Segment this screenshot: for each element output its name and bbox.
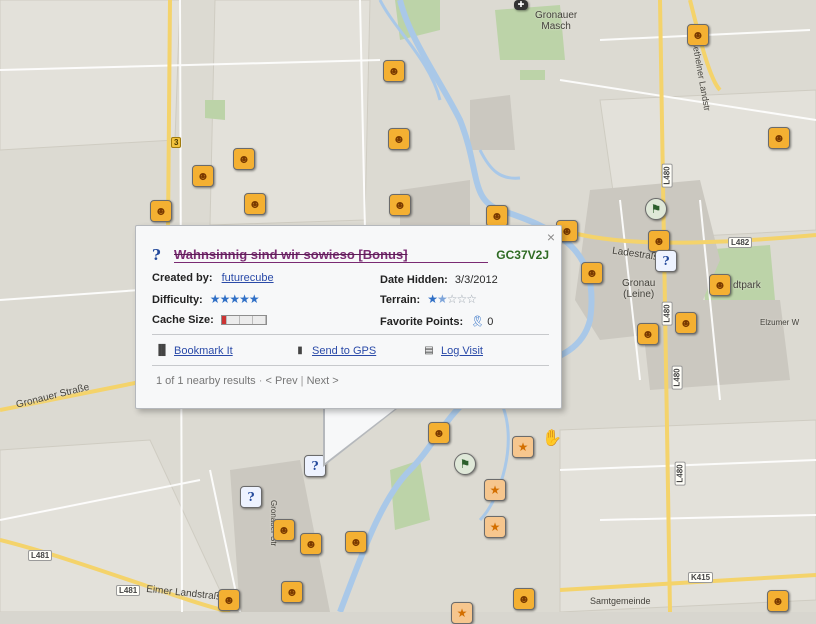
star-icon: ★ — [239, 292, 250, 306]
cache-title-link[interactable]: Wahnsinnig sind wir sowieso [Bonus] — [174, 247, 489, 263]
map-label-gronauer-masch: Gronauer Masch — [535, 10, 578, 32]
date-hidden-value: 3/3/2012 — [454, 274, 498, 286]
cache-marker-traditional[interactable]: ☻ — [345, 531, 367, 553]
road-shield-l480: L480 — [671, 365, 683, 390]
mystery-cache-icon: ? — [152, 246, 161, 264]
cache-marker-traditional[interactable]: ☻ — [581, 262, 603, 284]
bookmark-icon: ▐▌ — [154, 345, 170, 356]
terrain-row: Terrain: ★★☆☆☆ — [380, 292, 477, 306]
date-hidden-label: Date Hidden: — [380, 274, 448, 286]
popup-header: ? Wahnsinnig sind wir sowieso [Bonus] GC… — [152, 246, 549, 264]
cache-marker-event[interactable]: ★ — [512, 436, 534, 458]
road-shield-l480: L480 — [661, 163, 673, 188]
star-icon: ☆ — [456, 292, 468, 306]
star-icon: ★ — [229, 292, 240, 306]
cache-marker-traditional[interactable]: ☻ — [300, 533, 322, 555]
cache-marker-traditional[interactable]: ☻ — [388, 128, 410, 150]
pager-next[interactable]: Next > — [307, 375, 339, 387]
cache-marker-mystery[interactable]: ? — [655, 250, 677, 272]
pager-prev[interactable]: < Prev — [265, 375, 297, 387]
star-icon: ☆ — [466, 292, 477, 306]
cache-marker-traditional[interactable]: ☻ — [687, 24, 709, 46]
created-by-row: Created by: futurecube — [152, 272, 274, 284]
bookmark-link[interactable]: Bookmark It — [174, 345, 233, 357]
star-icon: ★ — [427, 292, 438, 306]
cache-marker-traditional[interactable]: ☻ — [513, 588, 535, 610]
road-shield-k415: K415 — [688, 572, 714, 583]
cache-marker-traditional[interactable]: ☻ — [244, 193, 266, 215]
favorite-points-value: 0 — [487, 316, 494, 328]
date-hidden-row: Date Hidden: 3/3/2012 — [380, 274, 498, 286]
popup-divider — [152, 365, 549, 366]
cache-marker-traditional[interactable]: ☻ — [281, 581, 303, 603]
favorite-points-label: Favorite Points: — [380, 316, 464, 328]
gps-device-icon: ▮ — [297, 345, 303, 356]
favorite-points-row: Favorite Points: 🎗 0 — [380, 315, 493, 328]
cache-marker-traditional[interactable]: ☻ — [675, 312, 697, 334]
pager: 1 of 1 nearby results · < Prev | Next > — [156, 375, 339, 387]
cache-marker-multi[interactable]: ⚑ — [454, 453, 476, 475]
ribbon-icon: 🎗 — [470, 316, 485, 328]
cache-marker-event[interactable]: ★ — [451, 602, 473, 624]
cache-marker-traditional[interactable]: ☻ — [428, 422, 450, 444]
cache-marker-traditional[interactable]: ☻ — [709, 274, 731, 296]
cache-marker-traditional[interactable]: ☻ — [648, 230, 670, 252]
star-icon: ★ — [209, 292, 221, 306]
difficulty-row: Difficulty: ★★★★★ — [152, 292, 260, 306]
cache-marker-mystery[interactable]: ? — [240, 486, 262, 508]
star-icon: ★ — [248, 292, 260, 306]
bookmark-action[interactable]: ▐▌ Bookmark It — [154, 344, 233, 357]
send-gps-link[interactable]: Send to GPS — [312, 345, 376, 357]
cache-marker-traditional[interactable]: ☻ — [389, 194, 411, 216]
road-shield-l480: L480 — [661, 301, 673, 326]
pager-results: 1 of 1 nearby results — [156, 375, 256, 387]
cache-marker-event[interactable]: ★ — [484, 479, 506, 501]
send-gps-action[interactable]: ▮ Send to GPS — [294, 344, 376, 357]
cache-marker-traditional[interactable]: ☻ — [273, 519, 295, 541]
church-marker[interactable]: ✚ — [514, 0, 528, 10]
map-label-gronau: Gronau (Leine) — [622, 278, 656, 300]
road-shield-l481: L481 — [116, 585, 141, 596]
map-label-stadtpark: dtpark — [733, 280, 761, 291]
cache-size-bar — [220, 315, 267, 326]
log-visit-link[interactable]: Log Visit — [441, 345, 483, 357]
cache-marker-traditional[interactable]: ☻ — [233, 148, 255, 170]
map-label-elzumer: Elzumer W — [760, 318, 800, 327]
star-icon: ★ — [219, 292, 231, 306]
hand-cursor-icon: ✋ — [542, 430, 562, 447]
gc-code: GC37V2J — [496, 248, 549, 262]
cache-marker-traditional[interactable]: ☻ — [768, 127, 790, 149]
cache-marker-traditional[interactable]: ☻ — [486, 205, 508, 227]
road-shield-l481: L481 — [28, 550, 53, 561]
cache-marker-traditional[interactable]: ☻ — [150, 200, 172, 222]
cache-marker-event[interactable]: ★ — [484, 516, 506, 538]
owner-link[interactable]: futurecube — [222, 272, 274, 284]
popup-tail — [325, 405, 400, 463]
star-icon: ☆ — [446, 292, 458, 306]
log-book-icon: ▤ — [424, 345, 434, 356]
road-shield-3: 3 — [171, 137, 182, 148]
cache-size-label: Cache Size: — [152, 314, 214, 326]
cache-marker-traditional[interactable]: ☻ — [383, 60, 405, 82]
created-by-label: Created by: — [152, 272, 213, 284]
cache-marker-traditional[interactable]: ☻ — [218, 589, 240, 611]
cache-marker-traditional[interactable]: ☻ — [637, 323, 659, 345]
road-shield-l482: L482 — [728, 237, 753, 248]
log-visit-action[interactable]: ▤ Log Visit — [423, 344, 483, 357]
cache-info-popup: × ? Wahnsinnig sind wir sowieso [Bonus] … — [135, 225, 562, 409]
cache-marker-traditional[interactable]: ☻ — [767, 590, 789, 612]
cache-size-row: Cache Size: — [152, 314, 267, 326]
road-shield-l480: L480 — [674, 461, 686, 486]
popup-divider — [152, 334, 549, 335]
terrain-stars: ★★☆☆☆ — [427, 292, 477, 306]
star-icon: ★ — [436, 292, 448, 306]
difficulty-stars: ★★★★★ — [209, 292, 260, 306]
terrain-label: Terrain: — [380, 294, 421, 306]
close-icon[interactable]: × — [547, 229, 555, 245]
difficulty-label: Difficulty: — [152, 294, 203, 306]
cache-marker-multi[interactable]: ⚑ — [645, 198, 667, 220]
map-label-samtgemeinde: Samtgemeinde — [590, 596, 651, 606]
cache-marker-traditional[interactable]: ☻ — [192, 165, 214, 187]
